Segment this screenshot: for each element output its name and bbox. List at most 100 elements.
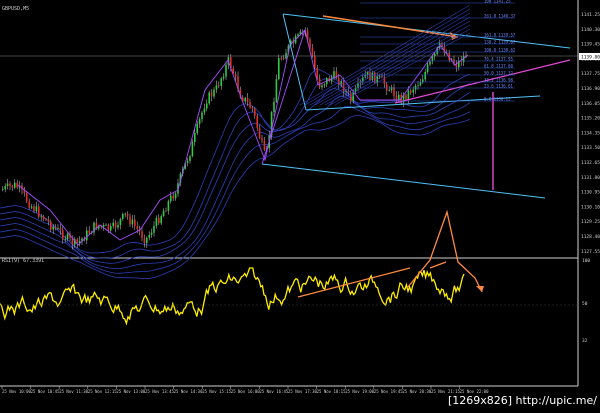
candle [410,90,412,93]
candle [213,89,215,97]
candle [393,87,395,96]
candle [114,222,117,228]
candle [417,85,419,87]
candle [338,78,340,85]
rsi-arrow-line [429,261,447,269]
candle [316,67,318,79]
candle [126,213,129,217]
chart-canvas[interactable]: GBPUSD,M5 RSI(9) 67.3391 100 1141.25 261.… [0,0,600,409]
rsi-tick-label: 32 [582,338,588,344]
candle [424,71,426,80]
candle [429,61,431,65]
price-tick-label: 1136.05 [581,101,600,107]
time-tick-label: 25 Nov 19:45 [374,389,403,394]
candle [6,183,9,186]
candle [431,56,434,62]
price-tick-label: 1128.40 [581,234,600,240]
candle [210,92,213,97]
candle [16,182,18,188]
candle [88,230,90,234]
candle [162,210,165,217]
symbol-label: GBPUSD,M5 [2,6,29,12]
candle [4,185,6,190]
fib-level-label: 161.8 1139.57 [484,33,516,38]
price-tick-label: 1132.65 [581,160,600,166]
candle [62,230,64,240]
price-tick-label: 1133.50 [581,145,600,151]
candle [50,221,52,230]
candle [174,193,177,199]
rsi-tick-label: 100 [582,258,590,264]
candle [153,225,155,233]
candle [405,94,407,100]
price-tick-label: 1137.75 [581,71,600,77]
fib-level-label: 61.8 1137.60 [484,64,513,69]
candle [280,58,282,59]
price-tick-label: 1127.55 [581,249,600,255]
time-tick-label: 25 Nov 13:00 [116,389,145,394]
candle [141,231,143,239]
candle [11,186,14,188]
candle [45,219,47,221]
candle [47,219,50,222]
candle [155,217,158,226]
candle [158,217,160,224]
candle [54,226,57,229]
candle [263,140,266,150]
ma-band-line [0,78,471,259]
time-tick-label: 25 Nov 12:15 [88,389,117,394]
candle [42,216,45,220]
rsi-pattern-line [407,209,483,293]
candle [314,55,316,68]
candle [30,206,33,208]
time-tick-label: 25 Nov 14:30 [174,389,203,394]
candle [378,75,381,77]
candle [131,219,134,225]
candle [251,107,254,110]
candle [105,224,107,226]
candle [160,216,162,224]
candle [26,193,28,202]
candle [33,206,35,211]
time-tick-label: 25 Nov 18:15 [317,389,346,394]
price-tick-label: 1130.10 [581,204,600,210]
time-tick-label: 25 Nov 16:45 [259,389,288,394]
time-tick-label: 25 Nov 10:45 [31,389,60,394]
time-tick-label: 25 Nov 15:15 [202,389,231,394]
time-tick-label: 25 Nov 17:30 [288,389,317,394]
candle [112,222,114,227]
rsi-arrow-head [476,286,484,292]
candle [198,119,201,124]
candle [167,201,170,211]
zigzag-line [17,29,469,246]
candle [386,84,388,91]
time-tick-label: 25 Nov 11:30 [59,389,88,394]
rsi-label: RSI(9) 67.3391 [2,258,44,264]
fib-level-label: 76.4 1137.95 [484,57,513,62]
candle [398,94,400,101]
candle [136,226,138,229]
fib-level-label: 38.2 1136.98 [484,78,513,83]
price-tick-label: 1129.25 [581,219,600,225]
candle [35,206,38,211]
candle [124,213,126,215]
ma-band-line [0,115,471,280]
fib-level-label: 261.8 1140.37 [484,14,516,19]
watermark: [1269x826] http://upic.me/ [447,394,597,407]
time-tick-label: 25 Nov 10:00 [2,389,31,394]
candle [150,232,153,235]
time-tick-label: 25 Nov 16:00 [231,389,260,394]
candle [388,90,390,91]
trading-chart[interactable]: GBPUSD,M5 RSI(9) 67.3391 100 1141.25 261.… [0,0,600,409]
candle [110,226,112,231]
candle [28,201,30,208]
candle [9,183,11,187]
candle [309,39,311,48]
candle [57,228,59,229]
candle [282,58,285,60]
fib-level-label: 100 1141.25 [484,0,511,4]
candle [275,79,278,102]
candle [86,230,88,241]
price-tick-label: 1134.35 [581,130,600,136]
fib-level-label: 50.0 1137.32 [484,71,513,76]
